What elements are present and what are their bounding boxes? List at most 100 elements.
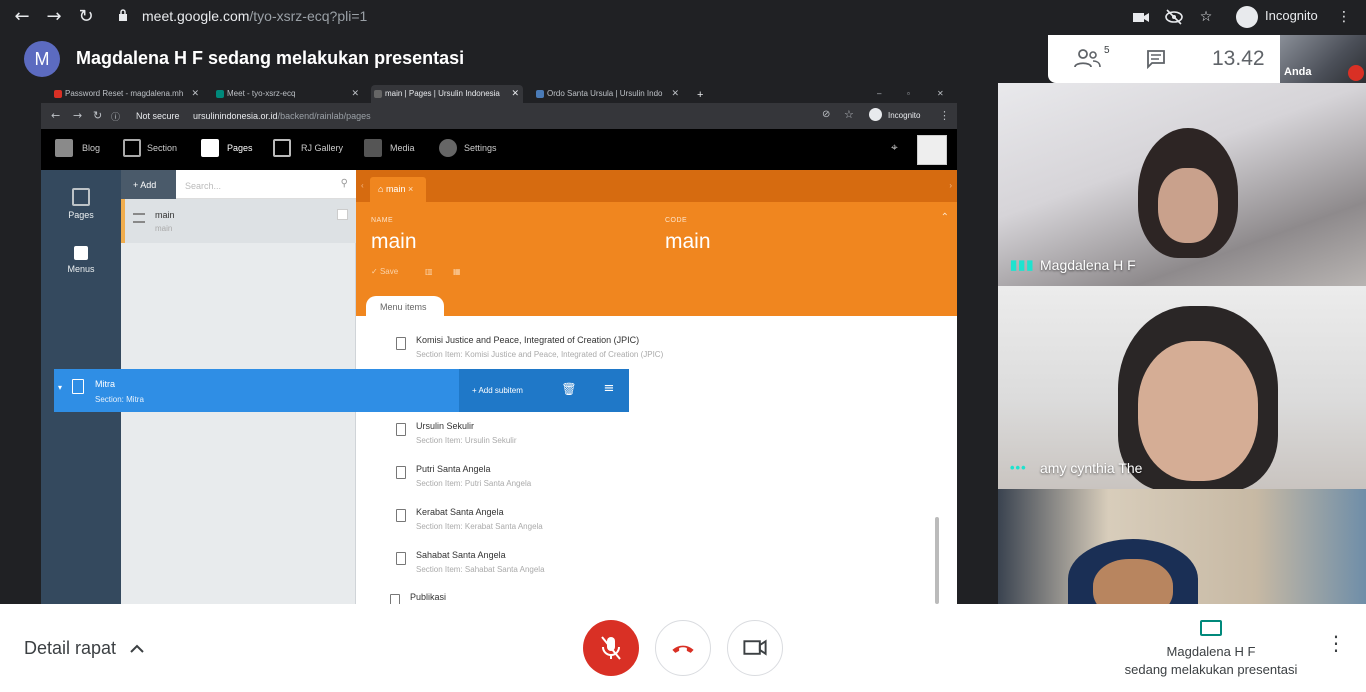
collapse-icon[interactable]: ⌃ (941, 212, 949, 223)
participant-tile[interactable] (998, 489, 1366, 604)
scrollbar[interactable] (935, 517, 939, 604)
close-icon[interactable]: ✕ (511, 88, 519, 99)
shared-tab-label: Password Reset - magdalena.mh (65, 89, 184, 98)
nav-rj-gallery[interactable]: RJ Gallery (301, 143, 343, 153)
phone-hangup-icon (672, 645, 694, 653)
menu-item-title: Mitra (95, 379, 115, 389)
sidebar-item-pages[interactable]: Pages (41, 188, 121, 220)
shared-tab[interactable]: Ordo Santa Ursula | Ursulin Indo ✕ (533, 85, 683, 103)
address-bar[interactable]: meet.google.com/tyo-xsrz-ecq?pli=1 (142, 8, 367, 24)
search-icon[interactable]: ⚲ (341, 178, 348, 189)
close-icon[interactable]: ✕ (351, 88, 359, 99)
row-checkbox[interactable] (337, 209, 348, 220)
star-icon[interactable]: ☆ (1195, 6, 1217, 28)
mic-toggle-button[interactable] (583, 620, 639, 676)
incognito-icon (869, 108, 882, 121)
menu-item[interactable]: Publikasi (390, 592, 950, 604)
kebab-icon[interactable]: ⋮ (939, 109, 950, 122)
window-close-icon[interactable]: ✕ (935, 85, 949, 103)
forward-icon[interactable]: → (42, 5, 66, 29)
close-icon[interactable]: ✕ (191, 88, 199, 99)
menu-item-title: Kerabat Santa Angela (416, 507, 504, 517)
list-item[interactable]: main main (121, 199, 356, 243)
scroll-right-icon[interactable]: › (949, 181, 952, 190)
eye-off-icon[interactable]: ⊘ (822, 109, 830, 120)
document-icon (396, 466, 406, 479)
menu-item[interactable]: Sahabat Santa Angela Section Item: Sahaba… (396, 550, 956, 574)
eye-off-icon[interactable] (1163, 6, 1185, 28)
restore-icon[interactable]: ▫ (905, 85, 919, 103)
menu-item[interactable]: Putri Santa Angela Section Item: Putri Sa… (396, 464, 956, 488)
close-icon[interactable]: ✕ (671, 88, 679, 99)
delete-icon[interactable]: 🗑 (549, 369, 589, 412)
nav-pages[interactable]: Pages (227, 143, 253, 153)
incognito-icon[interactable] (1236, 6, 1258, 28)
presenter-status: sedang melakukan presentasi (1124, 662, 1298, 677)
menu-item-subtitle: Section Item: Kerabat Santa Angela (416, 522, 543, 531)
list-item-title: main (155, 210, 175, 220)
camera-icon[interactable] (1130, 6, 1152, 28)
more-options-icon[interactable]: ⋮ (1326, 633, 1346, 660)
menu-item[interactable]: Ursulin Sekulir Section Item: Ursulin Sek… (396, 421, 956, 445)
hangup-button[interactable] (655, 620, 711, 676)
presenter-name: Magdalena H F (1166, 644, 1256, 659)
shared-url[interactable]: ursulinindonesia.or.id/backend/rainlab/p… (193, 111, 371, 121)
search-input[interactable]: Search... ⚲ (176, 170, 356, 199)
back-icon[interactable]: ← (10, 5, 34, 29)
lock-icon[interactable] (118, 8, 128, 22)
add-button[interactable]: + Add (121, 170, 176, 199)
participant-tile[interactable]: ▮▮▮ Magdalena H F (998, 83, 1366, 286)
shared-tab[interactable]: Meet - tyo-xsrz-ecq ✕ (213, 85, 363, 103)
people-icon[interactable] (1072, 47, 1102, 71)
close-icon[interactable]: × (408, 184, 413, 194)
participant-tile[interactable]: ••• amy cynthia The (998, 286, 1366, 489)
kebab-icon[interactable]: ⋮ (1333, 6, 1355, 28)
menu-item[interactable]: Kerabat Santa Angela Section Item: Keraba… (396, 507, 956, 531)
add-subitem-button[interactable]: + Add subitem (459, 369, 549, 412)
info-icon[interactable]: ⓘ (111, 110, 120, 123)
editor-tab-main[interactable]: ⌂ main × (370, 177, 426, 202)
chevron-up-icon[interactable] (128, 640, 146, 658)
people-count: 5 (1104, 45, 1110, 56)
code-label: CODE (665, 217, 688, 224)
tab-menu-items[interactable]: Menu items (366, 296, 444, 316)
sidebar-item-menus[interactable]: Menus (41, 246, 121, 274)
hamburger-icon[interactable]: ≡ (589, 369, 629, 412)
reload-icon[interactable]: ↻ (74, 5, 98, 29)
camera-toggle-button[interactable] (727, 620, 783, 676)
gallery-icon (273, 139, 291, 157)
name-value[interactable]: main (371, 230, 417, 254)
present-screen-icon[interactable] (1200, 620, 1222, 636)
star-icon[interactable]: ☆ (844, 108, 854, 121)
menu-item[interactable]: Komisi Justice and Peace, Integrated of … (396, 335, 956, 359)
menu-item-selected[interactable]: ▾ Mitra Section: Mitra + Add subitem 🗑 ≡ (54, 369, 629, 412)
nav-settings[interactable]: Settings (464, 143, 497, 153)
user-avatar[interactable] (917, 135, 947, 165)
copy-icon (72, 379, 84, 394)
calendar-icon[interactable]: ▦ (453, 267, 461, 276)
shared-tabstrip: Password Reset - magdalena.mh ✕ Meet - ty… (41, 83, 957, 103)
nav-blog[interactable]: Blog (82, 143, 100, 153)
nav-section[interactable]: Section (147, 143, 177, 153)
self-video-tile[interactable]: Anda (1280, 35, 1366, 83)
menu-item-title: Komisi Justice and Peace, Integrated of … (416, 335, 640, 345)
forward-icon[interactable]: → (73, 109, 82, 122)
editor-tab-label: main (385, 184, 406, 194)
crosshair-icon[interactable]: ⌖ (891, 140, 898, 155)
meeting-details-button[interactable]: Detail rapat (24, 638, 116, 659)
shared-tab-active[interactable]: main | Pages | Ursulin Indonesia ✕ (371, 85, 523, 103)
list-item-subtitle: main (155, 224, 173, 233)
scroll-left-icon[interactable]: ‹ (361, 181, 364, 190)
nav-media[interactable]: Media (390, 143, 415, 153)
chat-icon[interactable] (1146, 49, 1166, 69)
save-button[interactable]: ✓ Save (371, 267, 398, 276)
code-value[interactable]: main (665, 230, 711, 254)
shared-tab[interactable]: Password Reset - magdalena.mh ✕ (51, 85, 203, 103)
caret-down-icon[interactable]: ▾ (58, 383, 62, 392)
new-tab-icon[interactable]: + (693, 85, 713, 103)
trash-icon[interactable]: ▥ (425, 267, 433, 276)
back-icon[interactable]: ← (51, 109, 60, 122)
media-icon (364, 139, 382, 157)
reload-icon[interactable]: ↻ (93, 109, 102, 122)
minimize-icon[interactable]: – (875, 85, 889, 103)
